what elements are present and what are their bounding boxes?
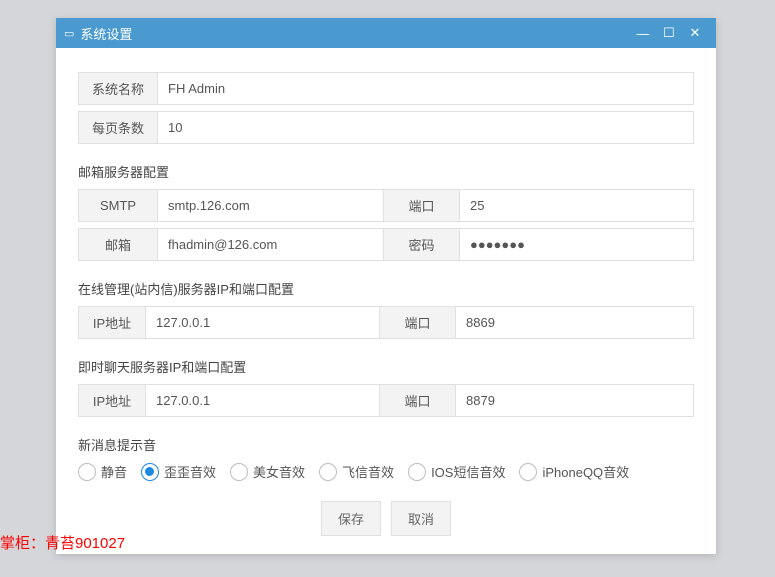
email-label: 邮箱 xyxy=(78,228,158,261)
radio-label: 静音 xyxy=(101,462,127,481)
chat-ip-label: IP地址 xyxy=(78,384,146,417)
online-port-input-wrap[interactable] xyxy=(456,306,694,339)
save-button[interactable]: 保存 xyxy=(321,501,381,536)
online-ip-label: IP地址 xyxy=(78,306,146,339)
sound-radio-feixin[interactable]: 飞信音效 xyxy=(319,462,394,481)
sound-radio-iphoneqq[interactable]: iPhoneQQ音效 xyxy=(519,462,629,481)
chat-ip-input[interactable] xyxy=(156,393,369,408)
settings-window: ▭ 系统设置 — ☐ ✕ 系统名称 每页条数 邮箱服务器配置 SMTP 端口 xyxy=(56,18,716,554)
content-area: 系统名称 每页条数 邮箱服务器配置 SMTP 端口 邮箱 xyxy=(56,48,716,554)
smtp-input-wrap[interactable] xyxy=(158,189,384,222)
online-port-label: 端口 xyxy=(380,306,456,339)
radio-icon xyxy=(319,463,337,481)
minimize-button[interactable]: — xyxy=(630,26,656,41)
radio-label: iPhoneQQ音效 xyxy=(542,462,629,481)
email-input-wrap[interactable] xyxy=(158,228,384,261)
footer-text: 掌柜：青苔901027 xyxy=(0,532,125,553)
pagesize-input-wrap[interactable] xyxy=(158,111,694,144)
radio-label: 歪歪音效 xyxy=(164,462,216,481)
smtp-port-input[interactable] xyxy=(470,198,683,213)
sound-radio-mute[interactable]: 静音 xyxy=(78,462,127,481)
close-button[interactable]: ✕ xyxy=(682,25,708,41)
sound-radio-beauty[interactable]: 美女音效 xyxy=(230,462,305,481)
pwd-input[interactable]: ●●●●●●● xyxy=(470,237,525,252)
maximize-button[interactable]: ☐ xyxy=(656,25,682,41)
window-title: 系统设置 xyxy=(80,24,132,43)
chat-port-input-wrap[interactable] xyxy=(456,384,694,417)
smtp-input[interactable] xyxy=(168,198,373,213)
sysname-input[interactable] xyxy=(168,81,683,96)
sound-radio-group: 静音 歪歪音效 美女音效 飞信音效 IOS短信音效 iPhoneQQ音效 xyxy=(78,462,694,481)
window-icon: ▭ xyxy=(64,27,74,40)
email-input[interactable] xyxy=(168,237,373,252)
radio-icon xyxy=(78,463,96,481)
radio-label: IOS短信音效 xyxy=(431,462,505,481)
online-section-title: 在线管理(站内信)服务器IP和端口配置 xyxy=(78,279,694,298)
smtp-label: SMTP xyxy=(78,189,158,222)
radio-icon xyxy=(408,463,426,481)
chat-port-label: 端口 xyxy=(380,384,456,417)
sound-section-title: 新消息提示音 xyxy=(78,435,694,454)
online-ip-input-wrap[interactable] xyxy=(146,306,380,339)
online-ip-input[interactable] xyxy=(156,315,369,330)
sound-radio-yy[interactable]: 歪歪音效 xyxy=(141,462,216,481)
chat-section-title: 即时聊天服务器IP和端口配置 xyxy=(78,357,694,376)
pwd-label: 密码 xyxy=(384,228,460,261)
email-section-title: 邮箱服务器配置 xyxy=(78,162,694,181)
cancel-button[interactable]: 取消 xyxy=(391,501,451,536)
chat-ip-input-wrap[interactable] xyxy=(146,384,380,417)
pagesize-label: 每页条数 xyxy=(78,111,158,144)
button-row: 保存 取消 xyxy=(78,501,694,536)
radio-icon xyxy=(519,463,537,481)
radio-label: 飞信音效 xyxy=(342,462,394,481)
smtp-port-label: 端口 xyxy=(384,189,460,222)
radio-icon xyxy=(141,463,159,481)
sysname-label: 系统名称 xyxy=(78,72,158,105)
pwd-input-wrap[interactable]: ●●●●●●● xyxy=(460,228,694,261)
radio-icon xyxy=(230,463,248,481)
pagesize-input[interactable] xyxy=(168,120,683,135)
online-port-input[interactable] xyxy=(466,315,683,330)
chat-port-input[interactable] xyxy=(466,393,683,408)
titlebar: ▭ 系统设置 — ☐ ✕ xyxy=(56,18,716,48)
radio-label: 美女音效 xyxy=(253,462,305,481)
smtp-port-input-wrap[interactable] xyxy=(460,189,694,222)
sysname-input-wrap[interactable] xyxy=(158,72,694,105)
sound-radio-ios[interactable]: IOS短信音效 xyxy=(408,462,505,481)
